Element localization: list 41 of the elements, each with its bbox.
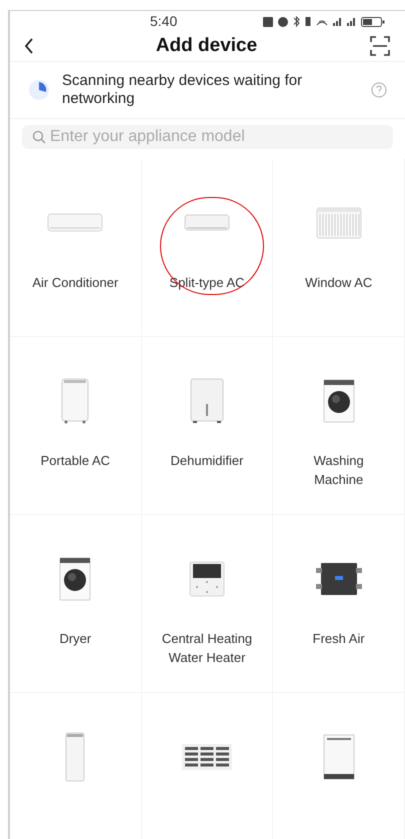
dishwasher-icon (322, 734, 355, 780)
battery-icon (361, 16, 385, 26)
control-panel-icon (188, 560, 225, 596)
vent-grille-icon (182, 744, 232, 770)
device-tile[interactable]: Dehumidifier (142, 336, 274, 514)
device-label: Window AC (304, 274, 374, 292)
search-icon (32, 130, 46, 144)
dehumidifier-icon (190, 378, 224, 424)
window-ac-icon (316, 206, 362, 238)
scanning-message: Scanning nearby devices waiting for networking (62, 72, 304, 108)
signal-icon (347, 17, 356, 26)
device-tile[interactable]: Washing Machine (273, 336, 405, 514)
scan-icon (370, 36, 390, 56)
device-label: Dryer (58, 630, 92, 648)
page-title: Add device (154, 34, 258, 58)
device-tile[interactable]: Portable AC (10, 336, 142, 514)
device-tile[interactable]: Dryer (10, 514, 142, 692)
device-label: Central Heating Water Heater (160, 630, 254, 666)
wifi-icon (316, 18, 328, 26)
washing-machine-icon (59, 556, 92, 600)
device-label: Air Conditioner (31, 274, 120, 292)
washing-machine-icon (322, 378, 355, 422)
air-conditioner-icon (47, 212, 104, 232)
portable-ac-icon (61, 378, 90, 424)
signal-icon (333, 17, 342, 26)
device-label: Dehumidifier (170, 452, 244, 470)
help-icon (371, 82, 387, 98)
ventilation-unit-icon (314, 562, 363, 596)
scan-button[interactable] (369, 35, 391, 58)
device-tile[interactable]: Central Heating Water Heater (142, 514, 274, 692)
device-label: Washing Machine (312, 452, 365, 488)
status-time: 5:40 (150, 12, 178, 31)
bluetooth-icon (293, 16, 300, 27)
scanning-icon (28, 78, 50, 100)
device-tile[interactable]: Window AC (273, 158, 405, 336)
device-label: Fresh Air (312, 630, 366, 648)
air-purifier-icon (65, 732, 86, 782)
device-tile[interactable]: Fresh Air (273, 514, 405, 692)
device-tile[interactable]: Air Conditioner (10, 158, 142, 336)
device-label: Portable AC (40, 452, 112, 470)
air-conditioner-icon (184, 214, 230, 232)
